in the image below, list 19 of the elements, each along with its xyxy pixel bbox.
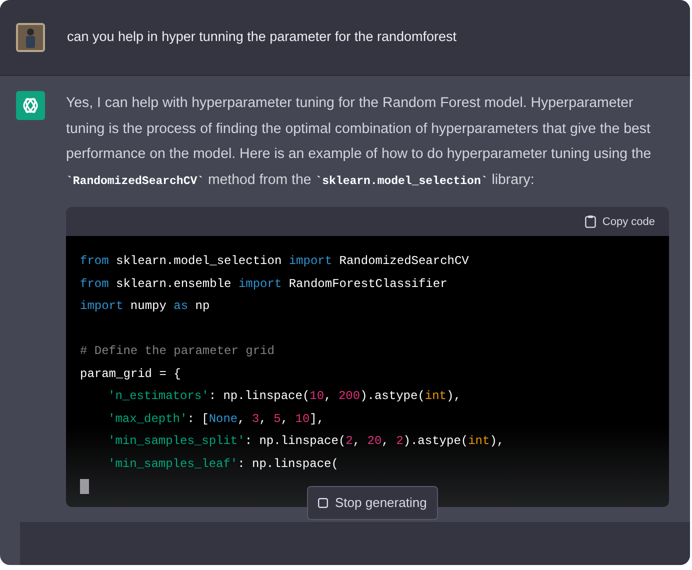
- stop-generating-button[interactable]: Stop generating: [307, 486, 438, 520]
- user-message: can you help in hyper tunning the parameter for the randomforest: [67, 28, 456, 46]
- copy-code-button[interactable]: Copy code: [585, 214, 655, 230]
- code-line: param_grid = {: [80, 366, 182, 383]
- code-line: import numpy as np: [80, 298, 211, 316]
- code-line: from sklearn.ensemble import RandomForestClassifier: [80, 276, 448, 293]
- code-line: from sklearn.model_selection import RandomizedSearchCV: [80, 253, 470, 270]
- code-line: 'n_estimators': np.linspace(10, 200).astype(int),: [107, 388, 462, 406]
- assistant-message: Yes, I can help with hyperparameter tuning for the Random Forest model. Hyperparameter tuning is the process of finding the optimal combination of hyperparameters that give the best performance on the model. Here is an example of how to do hyperparameter tuning using the `RandomizedSearchCV` method from the `sklearn.model_selection` library:: [66, 94, 652, 190]
- text-cursor: [80, 479, 89, 494]
- code-line: 'min_samples_leaf': np.linspace(: [107, 456, 340, 473]
- code-line: 'max_depth': [None, 3, 5, 10],: [107, 410, 326, 428]
- code-line: # Define the parameter grid: [80, 343, 276, 360]
- clipboard-icon: [585, 215, 596, 228]
- user-avatar: [16, 23, 45, 52]
- message-input-bar[interactable]: [20, 522, 690, 565]
- assistant-logo-icon: [16, 91, 45, 120]
- code-line: 'min_samples_split': np.linspace(2, 20, 2).astype(int),: [107, 433, 506, 450]
- stop-icon: [318, 498, 328, 508]
